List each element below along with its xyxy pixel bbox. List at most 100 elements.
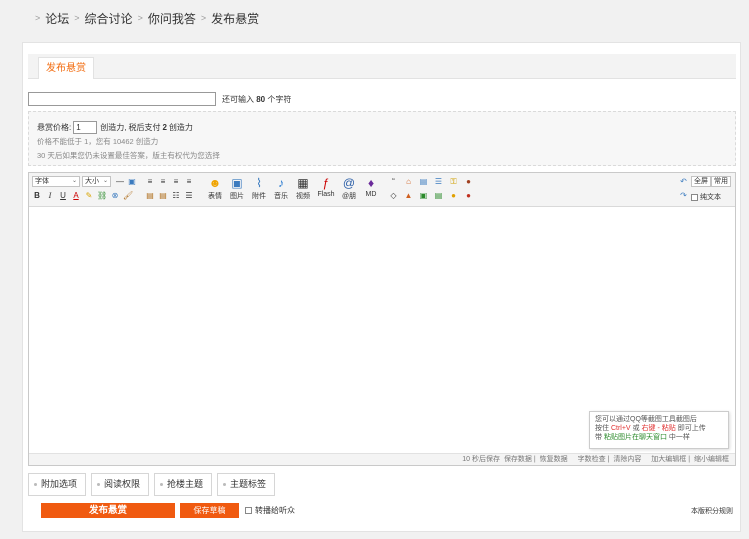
submit-row: 发布悬赏 保存草稿 转播给听众 bbox=[41, 503, 295, 518]
ordered-list-icon[interactable]: ☷ bbox=[171, 191, 181, 201]
unlink-icon[interactable]: ⊗ bbox=[110, 191, 120, 201]
title-input[interactable] bbox=[28, 92, 216, 106]
film-icon: ▦ bbox=[297, 176, 309, 190]
credit-rules-link[interactable]: 本版积分规则 bbox=[691, 506, 733, 516]
restore-data-link[interactable]: 恢复数据 bbox=[540, 456, 568, 463]
image-label: 图片 bbox=[230, 193, 244, 200]
breadcrumb-separator: > bbox=[200, 13, 207, 23]
float-left-icon[interactable]: ▤ bbox=[145, 191, 155, 201]
option-read-permission[interactable]: 阅读权限 bbox=[91, 473, 150, 496]
chevron-down-icon: ⌄ bbox=[71, 178, 77, 184]
reward-price-input[interactable]: 1 bbox=[73, 120, 98, 134]
post-image-icon[interactable]: ▣ bbox=[419, 191, 428, 200]
redo-icon[interactable]: ↷ bbox=[679, 191, 688, 200]
mention-button[interactable]: @ @朋 bbox=[338, 176, 360, 204]
flash-button[interactable]: ƒ Flash bbox=[314, 176, 338, 204]
word-count-link[interactable]: 字数检查 bbox=[578, 456, 606, 463]
align-left-icon[interactable]: ≡ bbox=[145, 177, 155, 187]
repost-label: 转播给听众 bbox=[255, 506, 295, 515]
size-select[interactable]: 大小 ⌄ bbox=[82, 176, 111, 187]
plaintext-toggle[interactable]: 纯文本 bbox=[691, 192, 721, 202]
markdown-label: MD bbox=[365, 191, 377, 198]
tab-bar: 发布悬赏 bbox=[28, 54, 736, 79]
fullscreen-button[interactable]: 全屏 bbox=[691, 176, 711, 187]
music-note-icon: ♪ bbox=[278, 176, 284, 190]
bold-icon[interactable]: B bbox=[32, 191, 42, 201]
submit-reward-button[interactable]: 发布悬赏 bbox=[41, 503, 175, 518]
paperclip-icon: ⌇ bbox=[256, 176, 262, 190]
reward-line: 悬赏价格: 1 创造力, 税后支付 2 创造力 bbox=[37, 120, 735, 134]
italic-icon[interactable]: I bbox=[45, 191, 55, 201]
title-hint-suffix: 个字符 bbox=[267, 94, 292, 104]
float-right-icon[interactable]: ▤ bbox=[158, 191, 168, 201]
image-icon: ▣ bbox=[231, 176, 243, 190]
tooltip-highlight: 粘贴图片在聊天窗口 bbox=[603, 434, 667, 441]
highlight-icon[interactable]: ✎ bbox=[84, 191, 94, 201]
breadcrumb: > 论坛 > 综合讨论 > 你问我答 > 发布悬赏 bbox=[30, 8, 259, 28]
bullet-icon bbox=[34, 483, 37, 487]
plaintext-checkbox[interactable] bbox=[691, 193, 698, 201]
tooltip-text: 按住 bbox=[595, 425, 609, 432]
quote-icon[interactable]: “ bbox=[389, 177, 398, 186]
option-extra[interactable]: 附加选项 bbox=[28, 473, 87, 496]
reward-unit: 创造力, bbox=[100, 122, 127, 132]
reward-tax-prefix: 税后支付 bbox=[128, 122, 161, 132]
attach-button[interactable]: ⌇ 附件 bbox=[248, 176, 270, 204]
code-icon[interactable]: ◇ bbox=[389, 191, 398, 200]
emoji-button[interactable]: ☻ 表情 bbox=[204, 176, 226, 204]
smiley-small-icon[interactable]: ● bbox=[449, 191, 458, 200]
image-button[interactable]: ▣ 图片 bbox=[226, 176, 248, 204]
lock-icon[interactable]: ⌂ bbox=[404, 177, 413, 186]
option-label: 阅读权限 bbox=[104, 479, 141, 489]
bullet-icon bbox=[97, 483, 101, 487]
tooltip-text: 或 bbox=[632, 425, 640, 432]
format-brush-icon[interactable]: 🖌 bbox=[123, 191, 133, 201]
enlarge-editor-link[interactable]: 加大编辑框 bbox=[651, 456, 686, 463]
index-icon[interactable]: ☰ bbox=[434, 177, 443, 186]
breadcrumb-general[interactable]: 综合讨论 bbox=[85, 10, 133, 27]
font-color-icon[interactable]: A bbox=[71, 191, 81, 201]
reward-tax-value: 2 bbox=[162, 122, 167, 132]
save-data-link[interactable]: 保存数据 bbox=[504, 456, 532, 463]
horizontal-rule-icon[interactable]: — bbox=[115, 177, 125, 187]
at-sign-icon: @ bbox=[342, 176, 356, 190]
save-draft-button[interactable]: 保存草稿 bbox=[180, 503, 239, 518]
repost-checkbox[interactable] bbox=[245, 507, 252, 514]
shrink-editor-link[interactable]: 缩小编辑框 bbox=[694, 456, 729, 463]
tooltip-line-2: 按住 Ctrl+V 或 右键 - 粘贴 即可上传 bbox=[595, 424, 728, 433]
table-icon[interactable]: ▣ bbox=[127, 177, 137, 187]
attach-label: 附件 bbox=[252, 193, 266, 200]
option-row: 附加选项 阅读权限 抢楼主题 主题标签 bbox=[28, 473, 280, 496]
option-tags[interactable]: 主题标签 bbox=[217, 473, 276, 496]
option-floor-grab[interactable]: 抢楼主题 bbox=[154, 473, 213, 496]
video-button[interactable]: ▦ 视频 bbox=[292, 176, 314, 204]
music-label: 音乐 bbox=[274, 193, 288, 200]
tab-post-reward[interactable]: 发布悬赏 bbox=[38, 57, 94, 79]
clear-content-link[interactable]: 清除内容 bbox=[613, 456, 641, 463]
breadcrumb-forum[interactable]: 论坛 bbox=[45, 10, 69, 27]
hide-icon[interactable]: ▲ bbox=[404, 191, 413, 200]
music-button[interactable]: ♪ 音乐 bbox=[270, 176, 292, 204]
unordered-list-icon[interactable]: ☰ bbox=[184, 191, 194, 201]
common-button[interactable]: 常用 bbox=[711, 176, 731, 187]
align-justify-icon[interactable]: ≡ bbox=[184, 177, 194, 187]
underline-icon[interactable]: U bbox=[58, 191, 68, 201]
password-icon[interactable]: ⚿ bbox=[449, 177, 458, 186]
markdown-icon: ♦ bbox=[367, 176, 375, 190]
page-break-icon[interactable]: ▤ bbox=[434, 191, 443, 200]
undo-icon[interactable]: ↶ bbox=[679, 177, 688, 186]
free-content-icon[interactable]: ▤ bbox=[419, 177, 428, 186]
title-hint-count: 80 bbox=[256, 94, 266, 104]
editor: 字体 ⌄ 大小 ⌄ — ▣ ≡ ≡ ≡ ≡ B I U A ✎ ⛓ ⊗ 🖌 ▤ ▤ … bbox=[28, 172, 736, 466]
align-right-icon[interactable]: ≡ bbox=[171, 177, 181, 187]
qq-icon[interactable]: ● bbox=[464, 191, 473, 200]
option-label: 抢楼主题 bbox=[167, 479, 204, 489]
reward-note-balance: 价格不能低于 1，您有 10462 创造力 bbox=[37, 137, 159, 146]
breadcrumb-qa[interactable]: 你问我答 bbox=[148, 10, 196, 27]
link-icon[interactable]: ⛓ bbox=[97, 191, 107, 201]
tooltip-context-menu: 右键 - 粘贴 bbox=[641, 425, 676, 432]
align-center-icon[interactable]: ≡ bbox=[158, 177, 168, 187]
markdown-button[interactable]: ♦ MD bbox=[360, 176, 382, 204]
font-select[interactable]: 字体 ⌄ bbox=[32, 176, 80, 187]
sticker-icon[interactable]: ● bbox=[464, 177, 473, 186]
